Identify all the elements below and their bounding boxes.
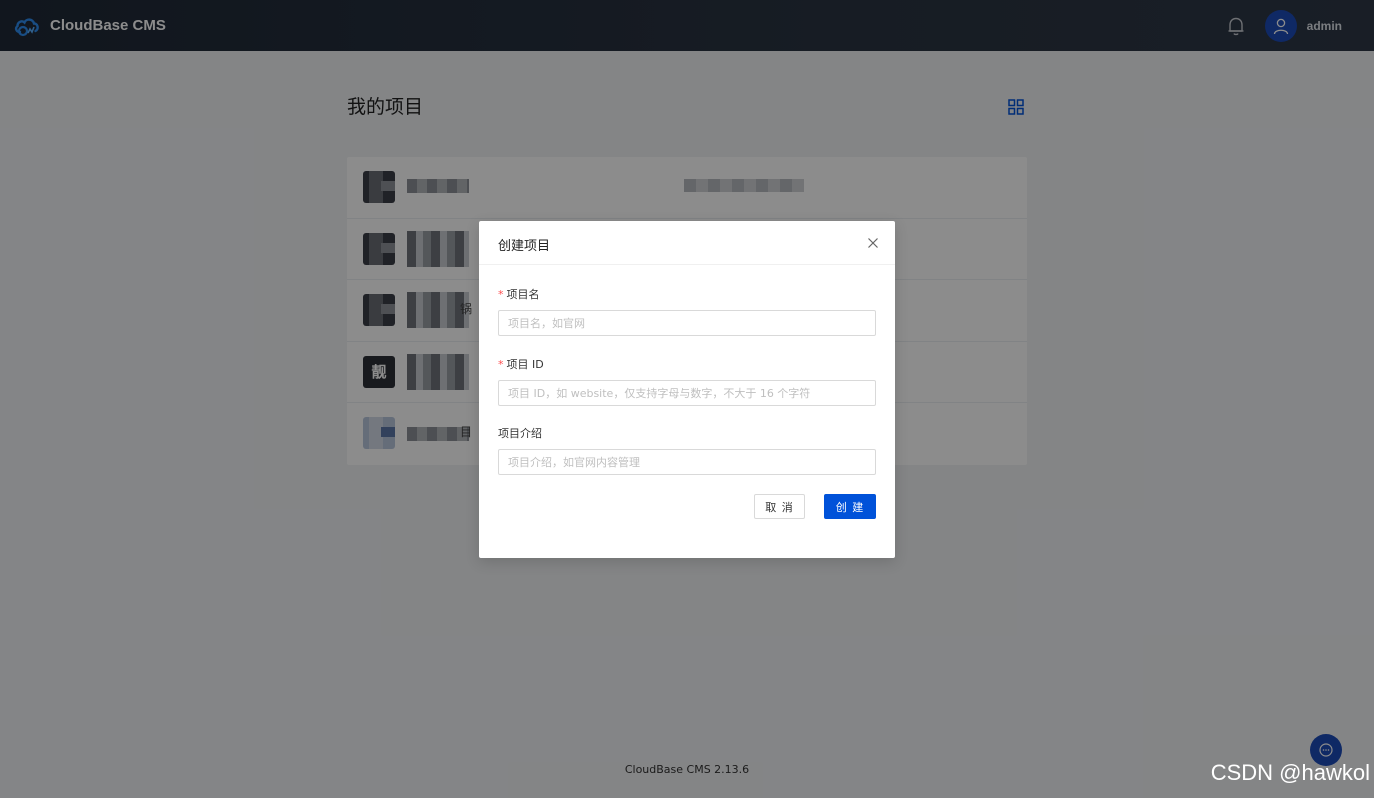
dialog-header: 创建项目 bbox=[479, 221, 895, 265]
form-item-name: * 项目名 bbox=[498, 286, 876, 336]
form-item-desc: 项目介绍 bbox=[498, 425, 876, 475]
label-text: 项目 ID bbox=[506, 358, 544, 371]
required-mark: * bbox=[498, 357, 504, 371]
project-desc-label: 项目介绍 bbox=[498, 425, 876, 441]
project-id-label: * 项目 ID bbox=[498, 356, 876, 372]
project-name-input[interactable] bbox=[498, 310, 876, 336]
project-id-input[interactable] bbox=[498, 380, 876, 406]
cancel-button[interactable]: 取 消 bbox=[754, 494, 805, 519]
label-text: 项目介绍 bbox=[498, 427, 542, 440]
create-project-dialog: 创建项目 * 项目名 * 项目 ID 项目介绍 取 消 创 建 bbox=[479, 221, 895, 558]
watermark: CSDN @hawkol bbox=[1210, 760, 1370, 785]
dialog-title: 创建项目 bbox=[498, 239, 551, 254]
required-mark: * bbox=[498, 287, 504, 301]
project-desc-input[interactable] bbox=[498, 449, 876, 475]
label-text: 项目名 bbox=[506, 288, 540, 301]
project-name-label: * 项目名 bbox=[498, 286, 876, 302]
create-button[interactable]: 创 建 bbox=[824, 494, 876, 519]
close-icon[interactable] bbox=[865, 235, 881, 251]
form-item-id: * 项目 ID bbox=[498, 356, 876, 406]
